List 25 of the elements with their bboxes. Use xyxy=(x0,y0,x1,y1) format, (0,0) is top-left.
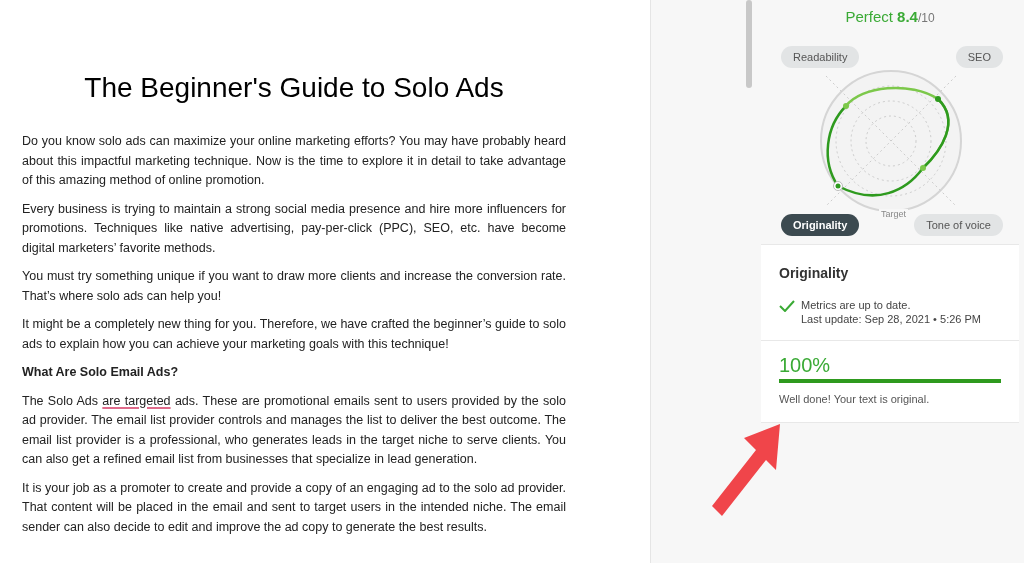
radar-point xyxy=(843,102,849,109)
section-title: Originality xyxy=(779,264,850,283)
metric-tab[interactable]: Originality xyxy=(781,213,860,236)
overall-score: Perfect 8.4/10 xyxy=(845,7,935,27)
target-label: Target xyxy=(879,208,908,219)
last-update-text: Last update: Sep 28, 2021 • 5:26 PM xyxy=(801,312,981,326)
paragraph: It might be a completely new thing for you. Therefore, we have crafted the beginner’s guide to solo ads to explain how you can achieve your marketing goals with this technique! xyxy=(22,316,566,353)
scrollbar[interactable] xyxy=(746,0,752,88)
radar-point xyxy=(935,95,941,102)
status-text: Metrics are up to date. xyxy=(801,298,912,312)
metric-tab[interactable]: Tone of voice xyxy=(914,213,1003,236)
paragraph: The Solo Ads are targeted ads. These are promotional emails sent to users provided by the solo ad provider. The email list provider controls and manages the list to deliver the best outcome. The email list provider is a professional, who generates leads in the target niche to serve clients. You can also get a refined email list from businesses that specialize in lead generation. xyxy=(22,392,566,468)
checkmark-icon xyxy=(779,300,795,312)
paragraph: Do you know solo ads can maximize your online marketing efforts? You may have probably heard about this impactful marketing technique. Now is the time to explore it in detail to take advantage of this amazing method of online promotion. xyxy=(22,133,566,189)
section-heading: What Are Solo Email Ads? xyxy=(22,364,180,381)
paragraph: It is your job as a promoter to create and provide a copy of an engaging ad to the solo ad provider. That content will be placed in the email and sent to target users in the intended niche. The email sender can also decide to edit and improve the ad copy to generate the best results. xyxy=(22,479,566,536)
result-message: Well done! Your text is original. xyxy=(779,392,931,407)
radar-point xyxy=(833,180,843,191)
document-title: The Beginner's Guide to Solo Ads xyxy=(83,71,505,105)
radar-point xyxy=(920,164,926,171)
paragraph: You must try something unique if you want to draw more clients and increase the conversion rate. That’s where solo ads can help you! xyxy=(22,268,566,305)
paragraph: Every business is trying to maintain a strong social media presence and hire more influencers for promotions. Techniques like native advertising, pay-per-click (PPC), SEO, etc. have become digital marketers’ favorite methods. xyxy=(22,200,566,257)
originality-percent: 100% xyxy=(779,353,832,377)
metric-tab[interactable]: SEO xyxy=(955,45,1003,68)
metric-tab[interactable]: Readability xyxy=(781,45,860,68)
